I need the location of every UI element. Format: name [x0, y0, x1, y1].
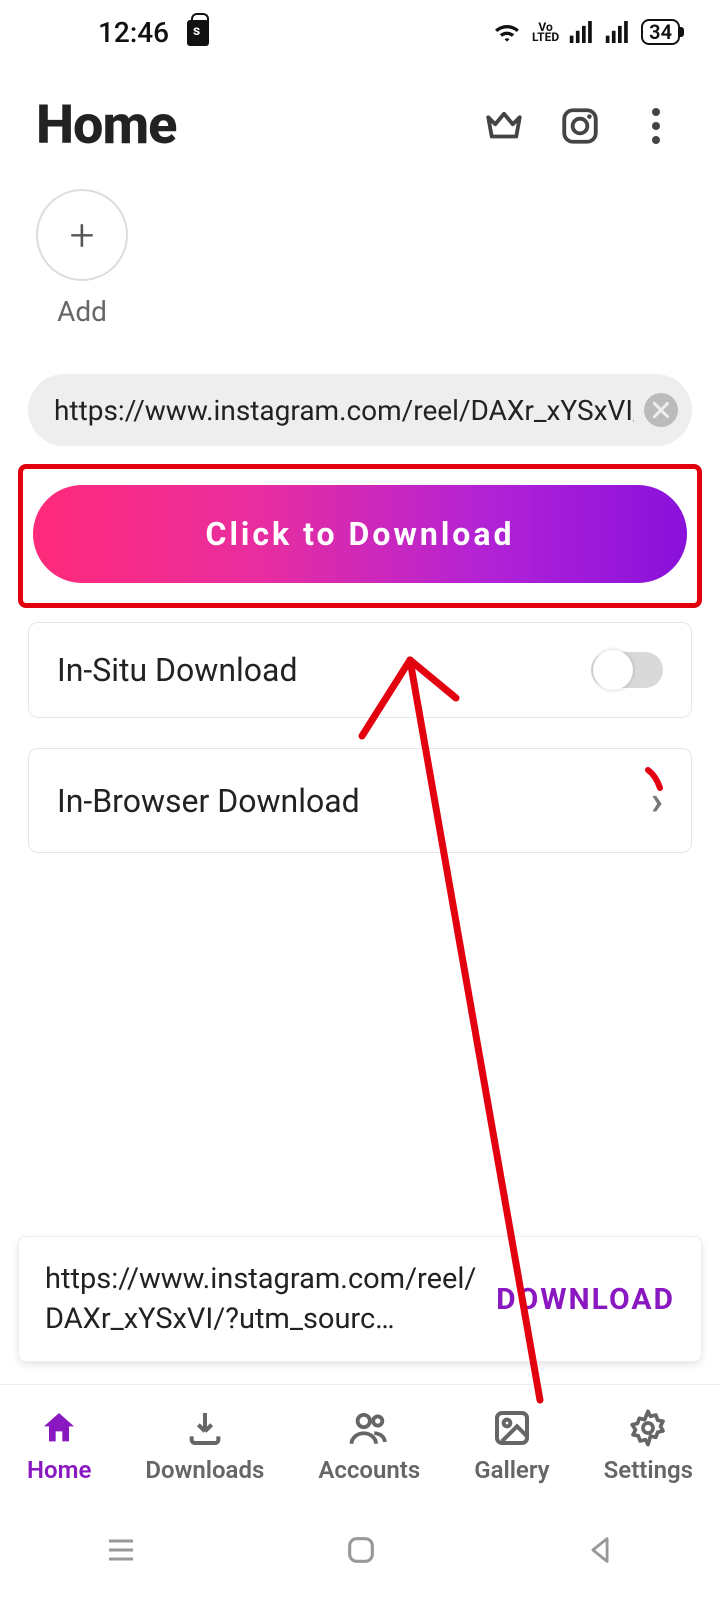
signal-icon	[569, 21, 595, 43]
nav-accounts[interactable]: Accounts	[318, 1406, 420, 1484]
download-button[interactable]: Click to Download	[33, 485, 687, 583]
status-time: 12:46	[98, 16, 169, 49]
back-button[interactable]	[583, 1533, 617, 1571]
stories-row: + Add	[0, 167, 720, 338]
nav-settings[interactable]: Settings	[604, 1406, 693, 1484]
url-input[interactable]: https://www.instagram.com/reel/DAXr_xYSx…	[28, 374, 692, 446]
recent-download-button[interactable]: DOWNLOAD	[496, 1282, 675, 1317]
nav-gallery-label: Gallery	[474, 1456, 549, 1484]
nav-downloads[interactable]: Downloads	[145, 1406, 264, 1484]
premium-button[interactable]	[476, 98, 532, 154]
nav-downloads-label: Downloads	[145, 1456, 264, 1484]
recent-download-card[interactable]: https://www.instagram.com/reel/DAXr_xYSx…	[18, 1236, 702, 1362]
chevron-right-icon: ›	[651, 777, 663, 824]
wifi-icon	[492, 20, 522, 44]
insitu-toggle[interactable]	[591, 652, 663, 688]
status-bar: 12:46 VoLTED 34	[0, 0, 720, 64]
add-story-button[interactable]: + Add	[36, 189, 128, 328]
volte-icon: VoLTED	[532, 22, 559, 42]
recent-apps-button[interactable]	[103, 1532, 139, 1572]
battery-icon: 34	[641, 19, 680, 45]
insitu-label: In-Situ Download	[57, 651, 298, 689]
settings-icon	[628, 1406, 668, 1450]
nav-accounts-label: Accounts	[318, 1456, 420, 1484]
download-button-label: Click to Download	[206, 515, 515, 553]
url-input-value: https://www.instagram.com/reel/DAXr_xYSx…	[54, 394, 634, 427]
nav-settings-label: Settings	[604, 1456, 693, 1484]
download-icon	[185, 1406, 225, 1450]
home-button[interactable]	[344, 1533, 378, 1571]
nav-home-label: Home	[27, 1456, 91, 1484]
browser-label: In-Browser Download	[57, 782, 360, 820]
annotation-highlight-box: Click to Download	[18, 464, 702, 608]
instagram-button[interactable]	[552, 98, 608, 154]
signal2-icon	[605, 21, 631, 43]
overflow-menu-button[interactable]	[628, 98, 684, 154]
nav-home[interactable]: Home	[27, 1406, 91, 1484]
gallery-icon	[492, 1406, 532, 1450]
add-story-label: Add	[57, 295, 107, 328]
plus-icon: +	[70, 213, 95, 257]
bottom-nav: Home Downloads Accounts Gallery Settings	[0, 1384, 720, 1504]
shopping-bag-icon	[187, 20, 209, 46]
insitu-download-card[interactable]: In-Situ Download	[28, 622, 692, 718]
clear-input-button[interactable]	[644, 393, 678, 427]
browser-download-card[interactable]: In-Browser Download ›	[28, 748, 692, 853]
recent-url-text: https://www.instagram.com/reel/DAXr_xYSx…	[45, 1259, 478, 1339]
system-nav-bar	[0, 1504, 720, 1600]
page-title: Home	[36, 94, 456, 157]
home-icon	[39, 1406, 79, 1450]
accounts-icon	[348, 1406, 390, 1450]
nav-gallery[interactable]: Gallery	[474, 1406, 549, 1484]
app-header: Home	[0, 64, 720, 167]
